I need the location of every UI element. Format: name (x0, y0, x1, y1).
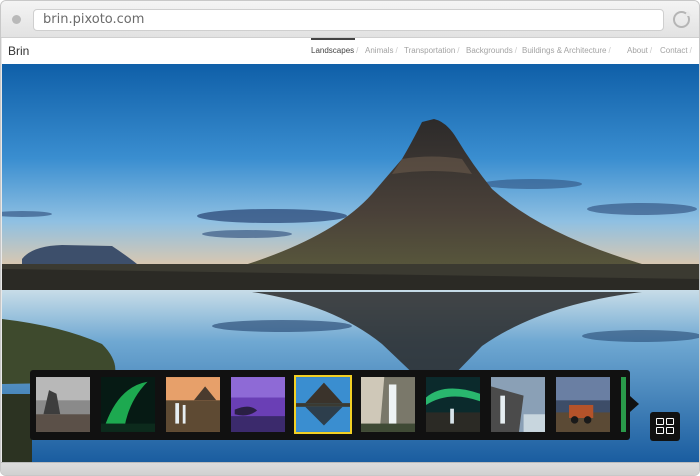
nav-separator: / (395, 46, 398, 55)
nav-item-label: Landscapes (311, 46, 355, 55)
nav-separator: / (514, 46, 517, 55)
nav-item-about[interactable]: About / (627, 46, 652, 55)
thumbnail-image (296, 377, 350, 432)
thumbnail-mountain-lake-reflection[interactable] (294, 375, 352, 434)
thumbnail-green-aurora[interactable] (99, 375, 157, 434)
nav-item-label: About (627, 46, 648, 55)
thumbnail-strip (30, 370, 639, 440)
reload-icon[interactable] (673, 11, 692, 28)
nav-separator: / (649, 46, 653, 55)
thumbnail-partial-green[interactable] (619, 375, 628, 434)
nav-item-label: Contact (660, 46, 688, 55)
thumbnail-rusty-truck-sunset[interactable] (554, 375, 612, 434)
browser-bottom-bar (1, 462, 699, 475)
address-bar[interactable]: brin.pixoto.com (33, 9, 664, 31)
thumbnail-sea-stack-beach[interactable] (34, 375, 92, 434)
window-dot-icon[interactable] (12, 15, 21, 24)
nav-item-label: Animals (365, 46, 394, 55)
nav-item-buildings-architecture[interactable]: Buildings & Architecture / (522, 46, 611, 55)
thumbnail-image (231, 377, 285, 432)
thumbnail-image (166, 377, 220, 432)
browser-window: brin.pixoto.com Brin Landscapes / Animals… (0, 0, 700, 476)
grid-view-button[interactable] (650, 412, 680, 441)
nav-item-contact[interactable]: Contact / (660, 46, 692, 55)
thumbnail-image (101, 377, 155, 432)
thumbnail-purple-twilight-lake[interactable] (229, 375, 287, 434)
nav-item-animals[interactable]: Animals / (365, 46, 398, 55)
thumbnail-image (621, 377, 626, 432)
nav-item-transportation[interactable]: Transportation / (404, 46, 460, 55)
thumbnail-waterfalls-sunset[interactable] (164, 375, 222, 434)
browser-toolbar: brin.pixoto.com (1, 1, 699, 38)
nav-separator: / (457, 46, 460, 55)
thumbnail-coastal-waterfall[interactable] (489, 375, 547, 434)
nav-separator: / (356, 46, 359, 55)
site-brand[interactable]: Brin (8, 44, 29, 58)
thumbnail-waterfall-gorge[interactable] (359, 375, 417, 434)
nav-item-backgrounds[interactable]: Backgrounds / (466, 46, 517, 55)
thumbnail-image (426, 377, 480, 432)
nav-item-label: Buildings & Architecture (522, 46, 607, 55)
nav-separator: / (689, 46, 692, 55)
nav-separator: / (608, 46, 611, 55)
site-navigation: Brin Landscapes / Animals / Transportation… (2, 38, 699, 64)
thumbnail-image (36, 377, 90, 432)
thumbnail-image (556, 377, 610, 432)
nav-item-landscapes[interactable]: Landscapes / (311, 38, 359, 55)
nav-item-label: Backgrounds (466, 46, 513, 55)
thumbnail-image (491, 377, 545, 432)
thumbnail-aurora-over-waterfall[interactable] (424, 375, 482, 434)
thumbnail-image (361, 377, 415, 432)
nav-item-label: Transportation (404, 46, 456, 55)
